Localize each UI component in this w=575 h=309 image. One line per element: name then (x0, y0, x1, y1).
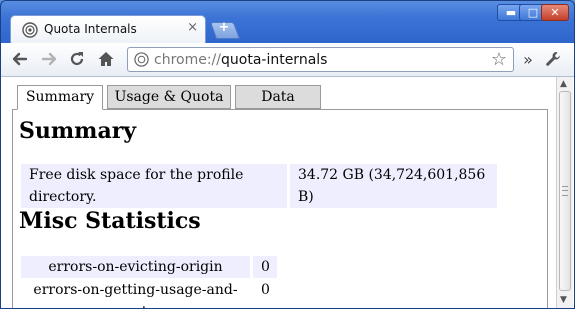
tab-usage-and-quota[interactable]: Usage & Quota (107, 85, 231, 109)
grip-icon (562, 186, 568, 196)
url-scheme: chrome:// (154, 52, 221, 68)
wrench-menu-button[interactable] (542, 48, 564, 70)
page-icon (134, 52, 149, 67)
scrollbar-thumb[interactable] (559, 91, 571, 291)
misc-row-label: errors-on-getting-usage-and-quota (21, 279, 250, 308)
wrench-icon (546, 52, 560, 66)
overflow-chevron-icon[interactable]: » (517, 48, 539, 70)
misc-row-value: 0 (253, 279, 277, 301)
misc-row-value: 0 (253, 256, 277, 278)
misc-row-label: errors-on-evicting-origin (21, 256, 250, 278)
back-arrow-icon (12, 52, 28, 66)
summary-row-value: 34.72 GB (34,724,601,856 B) (290, 164, 497, 208)
toolbar: chrome://quota-internals ☆ » (1, 43, 574, 77)
tab-data[interactable]: Data (235, 85, 321, 109)
url-text: chrome://quota-internals (154, 52, 327, 68)
reload-icon (70, 52, 84, 66)
browser-tab[interactable]: Quota Internals × (10, 15, 206, 43)
summary-panel: Summary Free disk space for the profile … (12, 109, 548, 308)
tab-close-icon[interactable]: × (187, 20, 198, 35)
vertical-scrollbar[interactable]: ▲ ▼ (556, 77, 573, 308)
forward-arrow-icon (41, 52, 57, 66)
summary-row-label: Free disk space for the profile director… (21, 164, 287, 208)
misc-statistics-heading: Misc Statistics (19, 208, 201, 234)
page-content: Summary Usage & Quota Data Summary Free … (1, 77, 574, 308)
back-button[interactable] (9, 48, 31, 70)
globe-icon (22, 22, 38, 38)
new-tab-button[interactable]: + (209, 20, 241, 39)
summary-heading: Summary (19, 118, 137, 144)
home-icon (98, 52, 114, 66)
scroll-up-arrow-icon[interactable]: ▲ (560, 79, 567, 89)
browser-window: ▬ □ ✕ Quota Internals × + chrome://quota… (0, 0, 575, 309)
close-window-button[interactable]: ✕ (541, 4, 569, 21)
tab-title: Quota Internals (44, 22, 137, 36)
tab-summary[interactable]: Summary (17, 85, 103, 110)
bookmark-star-icon[interactable]: ☆ (491, 49, 507, 70)
scroll-down-arrow-icon[interactable]: ▼ (560, 295, 567, 305)
home-button[interactable] (95, 48, 117, 70)
forward-button[interactable] (38, 48, 60, 70)
url-path: quota-internals (221, 52, 328, 68)
address-bar[interactable]: chrome://quota-internals ☆ (127, 47, 514, 72)
plus-icon: + (218, 20, 230, 35)
reload-button[interactable] (66, 48, 88, 70)
